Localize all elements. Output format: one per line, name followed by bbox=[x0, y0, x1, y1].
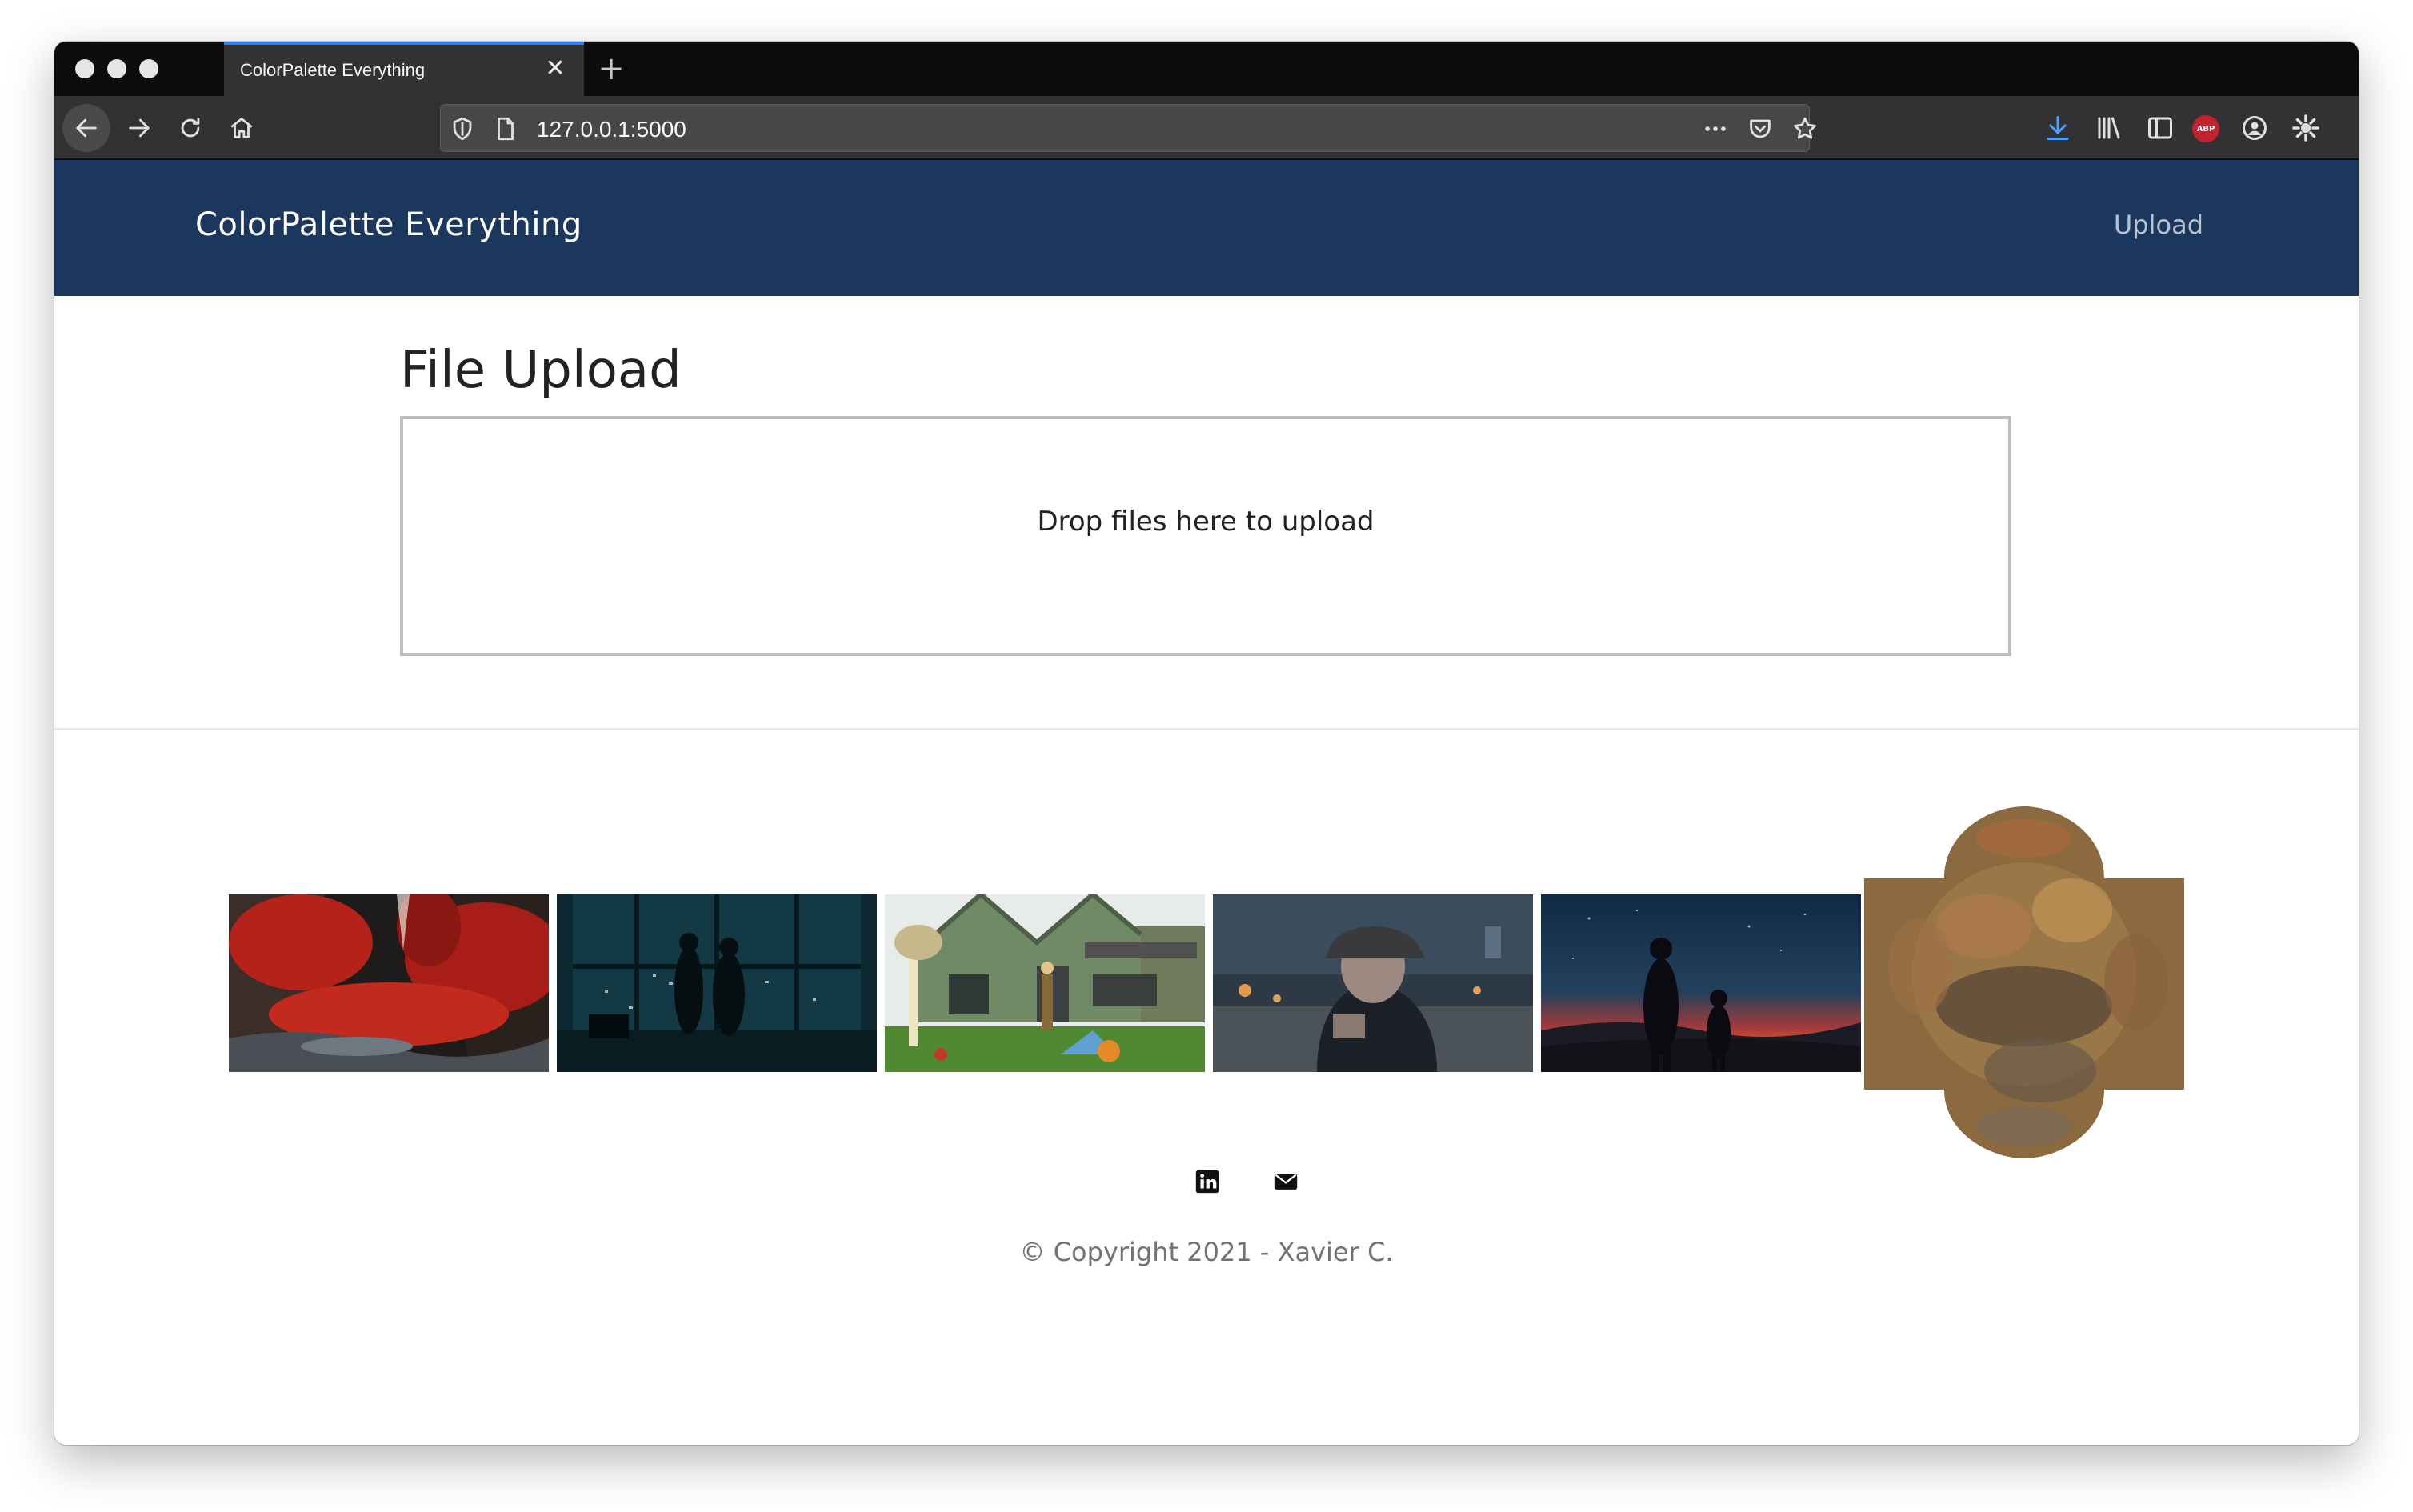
tab-title: ColorPalette Everything bbox=[240, 60, 426, 80]
envelope-icon[interactable] bbox=[1272, 1168, 1299, 1195]
tab-strip: ColorPalette Everything ✕ + bbox=[54, 42, 2359, 96]
back-arrow-icon bbox=[76, 118, 97, 138]
forward-arrow-icon bbox=[129, 118, 150, 138]
pocket-icon[interactable] bbox=[1747, 115, 1774, 142]
gallery-image-green-house[interactable] bbox=[885, 894, 1205, 1072]
file-dropzone[interactable]: Drop files here to upload bbox=[400, 416, 2011, 656]
gallery-image-window-couple[interactable] bbox=[557, 894, 877, 1072]
page-title: File Upload bbox=[400, 341, 682, 400]
close-window-dot[interactable] bbox=[75, 59, 94, 78]
forward-button[interactable] bbox=[120, 109, 158, 147]
tab-close-icon[interactable]: ✕ bbox=[542, 56, 568, 82]
tracking-shield-icon[interactable] bbox=[449, 115, 476, 142]
home-button[interactable] bbox=[222, 109, 261, 147]
bookmark-star-icon[interactable] bbox=[1791, 115, 1819, 142]
more-actions-icon[interactable] bbox=[1702, 115, 1729, 142]
gallery-image-baroque-painting[interactable] bbox=[1864, 806, 2184, 1158]
maximize-window-dot[interactable] bbox=[139, 59, 158, 78]
gallery-image-red-forest[interactable] bbox=[229, 894, 549, 1072]
back-button[interactable] bbox=[62, 104, 110, 152]
new-tab-icon[interactable]: + bbox=[594, 51, 629, 86]
account-icon[interactable] bbox=[2240, 114, 2269, 142]
address-bar[interactable]: 127.0.0.1:5000 bbox=[440, 104, 1816, 152]
linkedin-icon[interactable] bbox=[1194, 1168, 1221, 1195]
dropzone-message: Drop files here to upload bbox=[1037, 506, 1375, 538]
tab-colorpalette[interactable]: ColorPalette Everything ✕ bbox=[224, 42, 584, 96]
downloads-icon[interactable] bbox=[2043, 114, 2072, 142]
page-info-icon[interactable] bbox=[492, 115, 519, 142]
reload-button[interactable] bbox=[171, 109, 210, 147]
home-icon bbox=[230, 118, 253, 138]
extensions-icon[interactable] bbox=[2291, 114, 2320, 142]
section-divider bbox=[54, 728, 2359, 730]
copyright-text: © Copyright 2021 - Xavier C. bbox=[1019, 1237, 1394, 1267]
browser-window: ColorPalette Everything ✕ + 127.0.0.1:50… bbox=[54, 42, 2359, 1445]
adblock-plus-icon[interactable]: ABP bbox=[2192, 115, 2219, 142]
web-page: ColorPalette Everything Upload File Uplo… bbox=[54, 160, 2359, 1445]
site-brand-link[interactable]: ColorPalette Everything bbox=[195, 206, 582, 243]
site-navbar: ColorPalette Everything Upload bbox=[54, 160, 2359, 296]
nav-upload-link[interactable]: Upload bbox=[2114, 210, 2203, 240]
gallery-image-peaky-cap[interactable] bbox=[1213, 894, 1533, 1072]
gallery-image-sunset-silhouette[interactable] bbox=[1541, 894, 1861, 1072]
minimize-window-dot[interactable] bbox=[107, 59, 126, 78]
sidebar-toggle-icon[interactable] bbox=[2146, 114, 2175, 142]
reload-icon bbox=[181, 118, 200, 138]
navigation-toolbar: 127.0.0.1:5000 ABP bbox=[54, 96, 2359, 160]
url-text[interactable]: 127.0.0.1:5000 bbox=[537, 117, 686, 142]
library-icon[interactable] bbox=[2095, 114, 2123, 142]
